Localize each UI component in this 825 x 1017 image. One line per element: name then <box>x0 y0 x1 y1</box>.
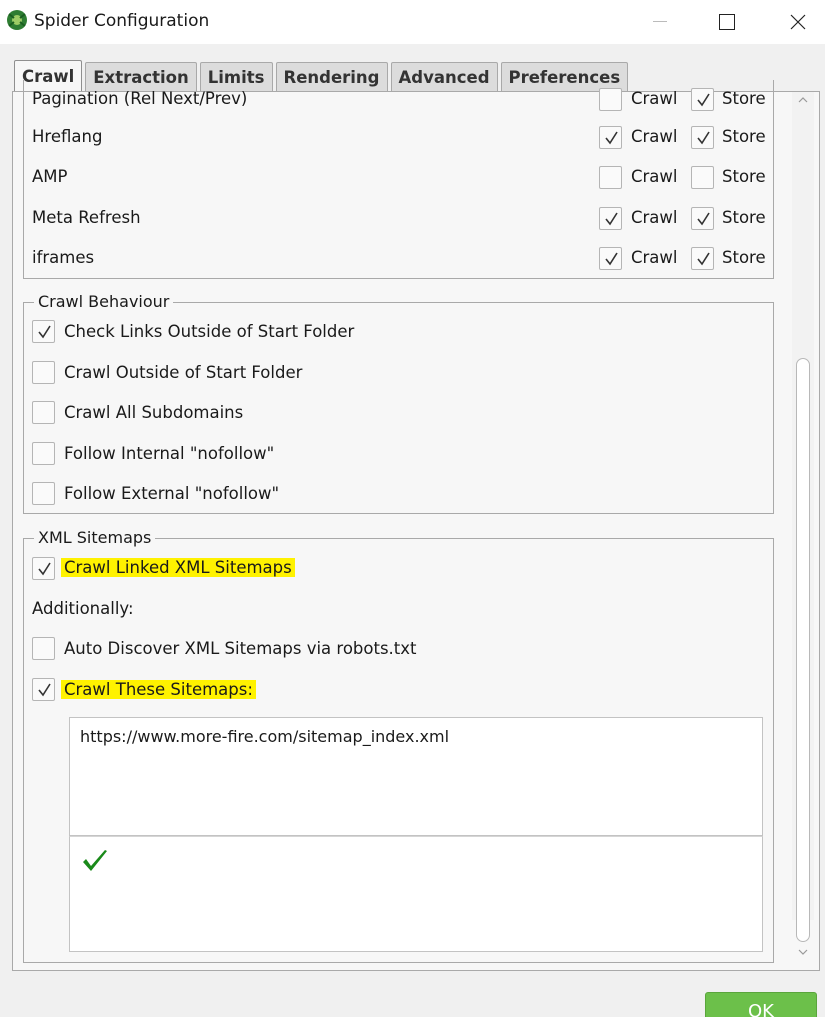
store-checkbox-label: Store <box>722 248 766 267</box>
resource-row-label: iframes <box>32 248 95 267</box>
vertical-scrollbar[interactable] <box>792 92 814 955</box>
xml-sitemaps-title: XML Sitemaps <box>34 528 156 547</box>
scroll-up-icon[interactable] <box>797 94 809 106</box>
crawl-linked-sitemaps-checkbox[interactable] <box>32 557 55 580</box>
store-checkbox[interactable] <box>691 207 714 230</box>
ok-button[interactable]: OK <box>705 992 817 1017</box>
resource-row-label: Pagination (Rel Next/Prev) <box>32 89 248 108</box>
crawl-behaviour-checkbox[interactable] <box>32 401 55 424</box>
resource-row-label: AMP <box>32 167 68 186</box>
store-checkbox-label: Store <box>722 208 766 227</box>
crawl-linked-sitemaps-label: Crawl Linked XML Sitemaps <box>61 558 295 577</box>
maximize-button[interactable] <box>699 0 755 44</box>
crawl-checkbox-label: Crawl <box>631 127 678 146</box>
crawl-checkbox[interactable] <box>599 166 622 189</box>
crawl-behaviour-title: Crawl Behaviour <box>34 292 174 311</box>
crawl-checkbox-label: Crawl <box>631 248 678 267</box>
minimize-button[interactable] <box>632 0 688 44</box>
store-checkbox[interactable] <box>691 247 714 270</box>
crawl-behaviour-label: Crawl Outside of Start Folder <box>64 363 303 382</box>
store-checkbox-label: Store <box>722 89 766 108</box>
spider-app-icon <box>6 9 28 31</box>
crawl-checkbox-label: Crawl <box>631 89 678 108</box>
crawl-behaviour-label: Follow Internal "nofollow" <box>64 444 275 463</box>
auto-discover-checkbox[interactable] <box>32 637 55 660</box>
crawl-checkbox[interactable] <box>599 88 622 111</box>
store-checkbox[interactable] <box>691 166 714 189</box>
sitemap-url-text: https://www.more-fire.com/sitemap_index.… <box>80 727 450 746</box>
close-button[interactable] <box>770 0 825 44</box>
crawl-checkbox-label: Crawl <box>631 167 678 186</box>
resource-row-label: Meta Refresh <box>32 208 141 227</box>
window-title: Spider Configuration <box>34 11 210 31</box>
crawl-checkbox[interactable] <box>599 207 622 230</box>
crawl-behaviour-checkbox[interactable] <box>32 442 55 465</box>
crawl-behaviour-checkbox[interactable] <box>32 361 55 384</box>
crawl-these-sitemaps-checkbox[interactable] <box>32 678 55 701</box>
title-bar: Spider Configuration <box>0 0 825 44</box>
sitemap-urls-textarea[interactable]: https://www.more-fire.com/sitemap_index.… <box>69 717 763 836</box>
crawl-checkbox[interactable] <box>599 247 622 270</box>
crawl-these-sitemaps-label: Crawl These Sitemaps: <box>61 680 256 699</box>
store-checkbox[interactable] <box>691 126 714 149</box>
store-checkbox[interactable] <box>691 88 714 111</box>
crawl-behaviour-checkbox[interactable] <box>32 482 55 505</box>
crawl-behaviour-label: Check Links Outside of Start Folder <box>64 322 355 341</box>
store-checkbox-label: Store <box>722 167 766 186</box>
auto-discover-label: Auto Discover XML Sitemaps via robots.tx… <box>64 639 417 658</box>
crawl-checkbox-label: Crawl <box>631 208 678 227</box>
scroll-thumb[interactable] <box>796 358 810 942</box>
crawl-checkbox[interactable] <box>599 126 622 149</box>
scroll-down-icon[interactable] <box>797 946 809 958</box>
additionally-label: Additionally: <box>32 599 134 618</box>
store-checkbox-label: Store <box>722 127 766 146</box>
valid-check-icon <box>81 848 109 878</box>
resource-row-label: Hreflang <box>32 127 103 146</box>
sitemap-validation-panel <box>69 836 763 952</box>
crawl-behaviour-label: Follow External "nofollow" <box>64 484 280 503</box>
crawl-behaviour-label: Crawl All Subdomains <box>64 403 244 422</box>
crawl-behaviour-checkbox[interactable] <box>32 320 55 343</box>
